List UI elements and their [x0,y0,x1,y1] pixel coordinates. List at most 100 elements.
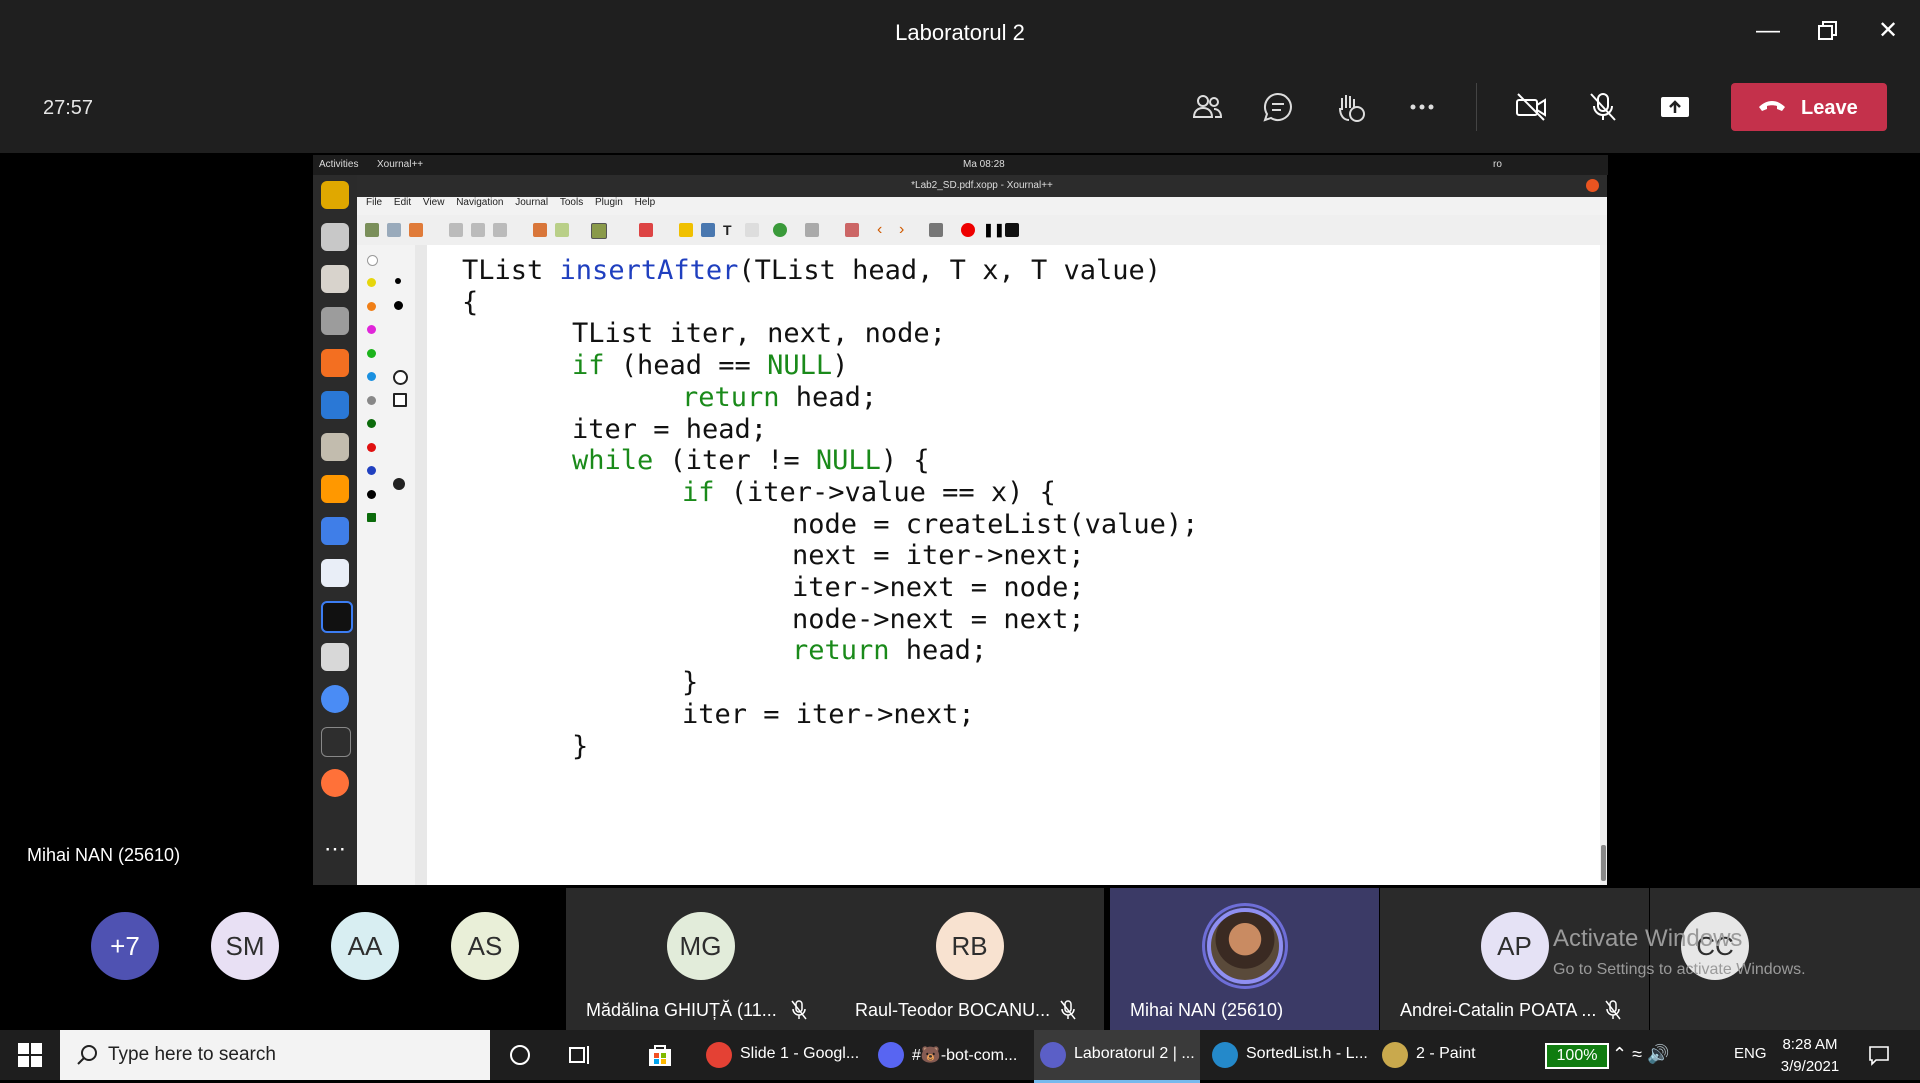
next-page-icon[interactable]: › [899,222,913,238]
notifications-icon[interactable] [1868,1044,1890,1071]
rhythmbox-icon[interactable] [321,181,349,209]
shape-recognizer-icon[interactable] [393,478,405,490]
software-icon[interactable] [321,307,349,335]
color-light-blue[interactable] [367,372,376,381]
eraser-icon[interactable] [639,223,653,237]
more-options-icon[interactable] [1398,83,1446,131]
system-clock-tray[interactable]: 8:28 AM 3/9/2021 [1770,1034,1850,1078]
sublime-icon[interactable] [321,475,349,503]
taskbar-app[interactable]: #🐻-bot-com... [872,1030,1032,1080]
page-insert-icon[interactable] [805,223,819,237]
highlighter-icon[interactable] [679,223,693,237]
thunderbird-icon[interactable] [321,391,349,419]
stop-icon[interactable] [1005,223,1019,237]
participant-tile[interactable]: AA [300,888,420,1030]
screenshot-icon[interactable] [321,517,349,545]
xournal-close-icon[interactable] [1586,179,1599,192]
participant-tile[interactable]: MG Mădălina GHIUȚĂ (11... [566,888,835,1030]
system-tool-icon[interactable] [321,433,349,461]
pen-icon[interactable] [591,223,607,239]
open-icon[interactable] [387,223,401,237]
mic-off-icon[interactable] [1579,83,1627,131]
save-icon[interactable] [409,223,423,237]
ellipse-tool-icon[interactable] [393,370,408,385]
delete-page-icon[interactable] [845,223,859,237]
color-blue[interactable] [367,466,376,475]
battery-indicator[interactable]: 100% [1545,1043,1609,1069]
new-icon[interactable] [365,223,379,237]
menu-plugin[interactable]: Plugin [595,197,623,208]
rectangle-tool-icon[interactable] [393,393,407,407]
reactions-icon[interactable] [1326,83,1374,131]
app-menu[interactable]: Xournal++ [377,159,423,170]
menu-edit[interactable]: Edit [394,197,411,208]
participants-icon[interactable] [1183,83,1231,131]
color-yellow[interactable] [367,278,376,287]
color-magenta[interactable] [367,325,376,334]
participant-tile[interactable]: +7 [60,888,190,1030]
previous-page-icon[interactable]: ‹ [877,222,891,238]
activities-button[interactable]: Activities [319,159,358,170]
store-icon[interactable] [646,1042,674,1073]
vertical-scrollbar[interactable] [1600,245,1607,885]
cortana-icon[interactable] [508,1043,532,1072]
scrollbar-thumb[interactable] [1601,845,1606,881]
record-icon[interactable] [961,223,975,237]
files-icon[interactable] [321,265,349,293]
text-tool-icon[interactable]: T [723,223,737,237]
firefox-icon[interactable] [321,769,349,797]
tray-icons[interactable]: ⌃ ≈ 🔊 [1612,1044,1669,1065]
menu-file[interactable]: File [366,197,382,208]
chat-icon[interactable] [1254,83,1302,131]
color-custom[interactable] [367,513,376,522]
menu-help[interactable]: Help [635,197,656,208]
installer-icon[interactable] [321,643,349,671]
taskbar-app[interactable]: Laboratorul 2 | ... [1034,1030,1200,1083]
language-indicator[interactable]: ENG [1734,1045,1767,1062]
search-icon[interactable] [321,223,349,251]
task-view-icon[interactable] [568,1043,594,1072]
chromium-icon[interactable] [321,685,349,713]
minimize-button[interactable]: — [1748,16,1788,46]
menu-navigation[interactable]: Navigation [456,197,503,208]
share-screen-icon[interactable] [1651,83,1699,131]
color-red[interactable] [367,443,376,452]
xournal-icon[interactable] [321,559,349,587]
color-orange[interactable] [367,302,376,311]
copy-icon[interactable] [471,223,485,237]
math-tex-icon[interactable] [745,223,759,237]
leave-button[interactable]: Leave [1731,83,1887,131]
taskbar-app[interactable]: 2 - Paint [1376,1030,1496,1080]
menu-journal[interactable]: Journal [515,197,548,208]
refresh-icon[interactable] [773,223,787,237]
color-white[interactable] [367,255,378,266]
cut-icon[interactable] [449,223,463,237]
taskbar-app[interactable]: SortedList.h - L... [1206,1030,1372,1080]
input-language[interactable]: ro [1493,159,1502,170]
taskbar-app[interactable]: Slide 1 - Googl... [700,1030,866,1080]
close-button[interactable]: ✕ [1868,16,1908,46]
show-apps-icon[interactable]: ⋯ [321,835,349,863]
undo-icon[interactable] [533,223,547,237]
terminal-icon[interactable] [321,727,351,757]
participant-tile[interactable]: AS [420,888,540,1030]
color-green[interactable] [367,349,376,358]
taskbar-search[interactable]: Type here to search [60,1030,490,1080]
pen-size-medium[interactable] [395,278,401,284]
color-dark-green[interactable] [367,419,376,428]
restore-button[interactable] [1808,16,1848,46]
color-gray[interactable] [367,396,376,405]
redo-icon[interactable] [555,223,569,237]
paste-icon[interactable] [493,223,507,237]
app-center-icon[interactable] [321,349,349,377]
pause-icon[interactable]: ❚❚ [983,223,1005,237]
participant-tile[interactable]: RB Raul-Teodor BOCANU... [835,888,1104,1030]
image-icon[interactable] [701,223,715,237]
menu-tools[interactable]: Tools [560,197,583,208]
participant-tile[interactable]: Mihai NAN (25610) [1110,888,1379,1030]
participant-tile[interactable]: SM [180,888,300,1030]
fullscreen-icon[interactable] [929,223,943,237]
camera-off-icon[interactable] [1507,83,1555,131]
pen-size-thick[interactable] [394,301,403,310]
color-black[interactable] [367,490,376,499]
